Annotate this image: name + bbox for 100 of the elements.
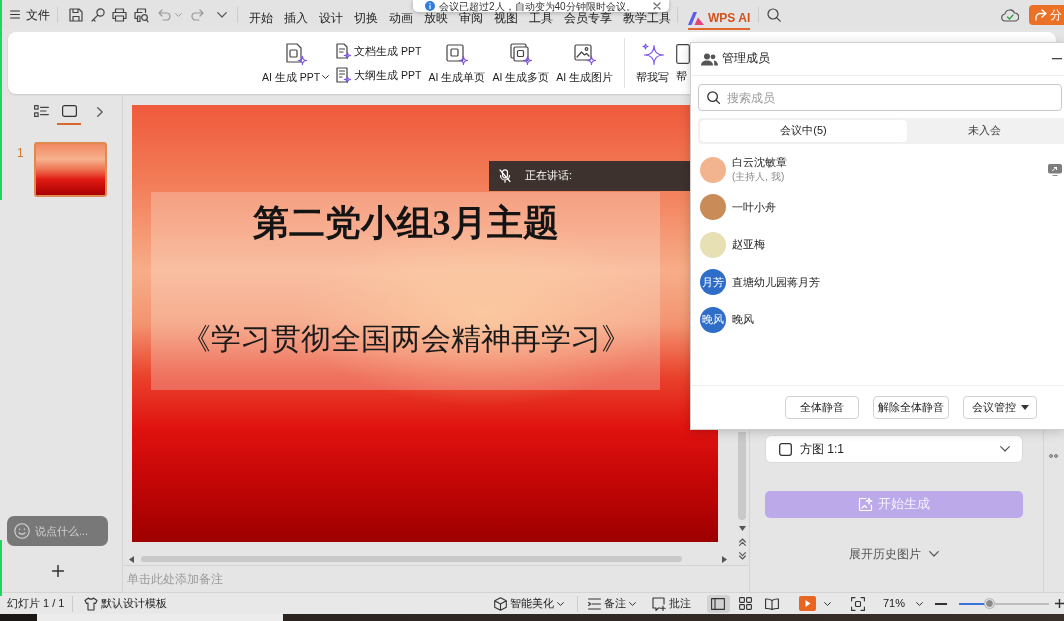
menu-tab[interactable]: 开始 xyxy=(249,0,273,30)
caret-icon[interactable] xyxy=(916,601,923,606)
mic-off-icon xyxy=(499,169,511,183)
image-sparkle-icon xyxy=(858,497,873,512)
member-tab[interactable]: 会议中(5) xyxy=(700,120,907,142)
member-role: (主持人, 我) xyxy=(732,171,786,184)
avatar-placeholder xyxy=(700,194,726,221)
file-menu-button[interactable]: 文件 xyxy=(10,7,50,23)
slide-count: 幻灯片 1 / 1 xyxy=(7,596,65,611)
zoom-level: 71% xyxy=(882,596,905,611)
more-icon[interactable] xyxy=(1048,454,1060,458)
scroll-left-icon[interactable] xyxy=(129,555,134,563)
comment-icon xyxy=(651,596,666,611)
beautify-button[interactable]: 智能美化 xyxy=(493,596,564,611)
chevron-right-icon[interactable] xyxy=(97,107,103,117)
people-icon xyxy=(701,52,718,66)
initials-avatar: 月芳 xyxy=(700,269,726,296)
zoom-out-icon[interactable] xyxy=(935,602,947,605)
member-control-button[interactable]: 解除全体静音 xyxy=(873,396,949,419)
page-sparkle-icon xyxy=(445,42,468,65)
ribbon-button[interactable]: AI 生成图片 xyxy=(556,42,614,84)
avatar-placeholder xyxy=(700,156,726,183)
vertical-scrollbar[interactable] xyxy=(738,432,746,520)
speaker-label: 正在讲话: xyxy=(525,169,573,183)
play-icon[interactable] xyxy=(798,596,816,611)
ribbon-button[interactable]: 帮 xyxy=(676,43,691,83)
caret-icon xyxy=(628,601,636,606)
slide-thumbnail[interactable] xyxy=(34,142,107,197)
member-name: 晚风 xyxy=(732,313,754,327)
ribbon-button[interactable]: AI 生成单页 xyxy=(428,42,486,84)
ribbon-button[interactable]: 大纲生成 PPT xyxy=(336,67,422,83)
member-tab[interactable]: 未入会 xyxy=(907,120,1062,142)
notes-icon xyxy=(587,597,601,610)
fit-screen-icon[interactable] xyxy=(850,596,865,611)
search-icon[interactable] xyxy=(767,8,782,22)
outline-list-icon xyxy=(33,105,49,117)
member-control-button[interactable]: 全体静音 xyxy=(785,396,859,419)
menu-tab[interactable]: 切换 xyxy=(354,0,378,30)
notes-button[interactable]: 备注 xyxy=(587,596,636,611)
previous-slide-icon[interactable] xyxy=(738,538,746,546)
ribbon-button[interactable]: 文档生成 PPT xyxy=(336,43,422,59)
menu-tab[interactable]: 动画 xyxy=(389,0,413,30)
menu-tab[interactable]: 插入 xyxy=(284,0,308,30)
document-lines-icon xyxy=(336,43,352,59)
key-icon[interactable] xyxy=(91,8,105,22)
next-slide-icon[interactable] xyxy=(738,552,746,560)
ribbon-button[interactable]: AI 生成多页 xyxy=(492,42,550,84)
caret-icon xyxy=(556,601,564,606)
minimize-icon[interactable] xyxy=(1052,58,1062,60)
grid-view-icon xyxy=(738,597,752,610)
member-search-field[interactable]: 搜索成员 xyxy=(698,84,1062,111)
search-icon xyxy=(707,91,720,104)
chevron-down-icon[interactable] xyxy=(929,551,939,557)
caret-icon[interactable] xyxy=(823,601,831,606)
initials-avatar: 晚风 xyxy=(700,306,726,333)
screen-share-icon[interactable] xyxy=(1048,163,1062,176)
zoom-in-icon[interactable] xyxy=(1055,599,1064,608)
horizontal-scrollbar[interactable] xyxy=(141,556,682,562)
scroll-down-icon[interactable] xyxy=(738,526,746,531)
menu-icon xyxy=(10,10,20,20)
avatar-placeholder xyxy=(700,231,726,258)
ribbon-button[interactable]: 帮我写 xyxy=(636,42,670,84)
scroll-right-icon[interactable] xyxy=(722,555,727,563)
outline-document-icon xyxy=(336,67,352,83)
caret-icon[interactable] xyxy=(322,75,330,79)
notes-field[interactable]: 单击此处添加备注 xyxy=(127,571,427,587)
ai-logo-icon xyxy=(688,11,704,25)
print-icon[interactable] xyxy=(112,8,127,22)
book-icon xyxy=(765,597,780,610)
member-name: 赵亚梅 xyxy=(732,238,765,252)
image-sparkle-icon xyxy=(573,42,596,65)
print-preview-icon[interactable] xyxy=(134,7,149,23)
ribbon-button[interactable]: AI 生成 PPT xyxy=(262,42,330,84)
document-sparkle-icon xyxy=(284,42,307,65)
close-icon[interactable] xyxy=(653,2,661,10)
save-icon[interactable] xyxy=(69,8,83,22)
member-name: 一叶小舟 xyxy=(732,200,776,214)
slide-subtitle: 《学习贯彻全国两会精神再学习》 xyxy=(180,321,631,358)
sparkle-icon xyxy=(641,42,664,65)
menu-tab[interactable]: 设计 xyxy=(319,0,343,30)
member-control-button[interactable]: 会议管控 xyxy=(963,396,1037,419)
chevron-down-icon[interactable] xyxy=(217,12,227,18)
history-toggle[interactable]: 展开历史图片 xyxy=(765,543,1023,565)
cloud-check-icon[interactable] xyxy=(1001,8,1019,22)
document-icon xyxy=(676,43,691,64)
chevron-down-icon[interactable] xyxy=(1000,446,1010,452)
slide-number: 1 xyxy=(16,145,25,161)
plus-icon[interactable] xyxy=(52,565,64,577)
template-icon xyxy=(84,596,99,611)
slide-view-icon xyxy=(61,105,77,117)
comment-button[interactable]: 批注 xyxy=(651,596,691,611)
zoom-slider-thumb[interactable] xyxy=(985,599,995,608)
chat-input-field[interactable]: 说点什么... xyxy=(7,516,108,546)
share-icon xyxy=(1035,9,1047,21)
view-mode-button[interactable] xyxy=(706,594,730,613)
pages-sparkle-icon xyxy=(509,42,532,65)
smile-icon xyxy=(14,523,30,539)
template-button[interactable]: 默认设计模板 xyxy=(84,596,168,611)
member-name: 直塘幼儿园蒋月芳 xyxy=(732,275,820,289)
ratio-dropdown[interactable]: 方图 1:1 xyxy=(765,435,1023,463)
